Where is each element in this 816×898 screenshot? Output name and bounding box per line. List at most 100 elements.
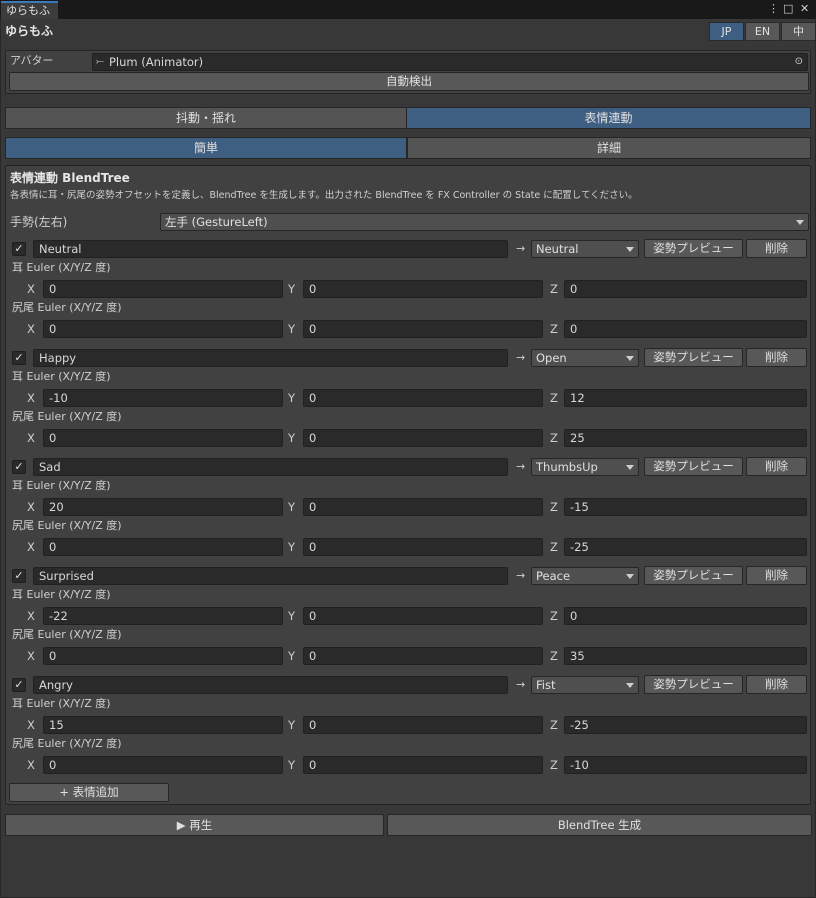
tail-euler-y-input[interactable]: 0: [303, 756, 543, 774]
ear-euler-x-input[interactable]: -22: [43, 607, 283, 625]
ear-euler-y-input[interactable]: 0: [303, 498, 543, 516]
auto-detect-button[interactable]: 自動検出: [9, 72, 809, 91]
tab-advanced[interactable]: 詳細: [407, 137, 811, 159]
expression-gesture-dropdown[interactable]: Neutral: [531, 240, 639, 258]
expression-enabled-checkbox[interactable]: ✓: [12, 242, 26, 256]
maximize-icon[interactable]: □: [783, 1, 793, 17]
avatar-field[interactable]: ⤚ Plum (Animator) ⊙: [92, 53, 808, 71]
lang-jp-button[interactable]: JP: [709, 22, 744, 41]
arrow-right-icon: →: [516, 351, 526, 364]
arrow-right-icon: →: [516, 569, 526, 582]
expression-name-input[interactable]: Neutral: [33, 240, 508, 258]
chevron-down-icon: [626, 356, 634, 361]
tail-euler-x-label: X: [27, 322, 35, 336]
expression-enabled-checkbox[interactable]: ✓: [12, 569, 26, 583]
object-picker-icon[interactable]: ⊙: [795, 54, 803, 70]
tab-simple[interactable]: 簡単: [5, 137, 407, 159]
ear-euler-x-input[interactable]: 0: [43, 280, 283, 298]
tail-euler-z-label: Z: [550, 649, 558, 663]
ear-euler-y-input[interactable]: 0: [303, 389, 543, 407]
delete-expression-button[interactable]: 削除: [746, 566, 807, 585]
expression-name-input[interactable]: Angry: [33, 676, 508, 694]
tail-euler-z-input[interactable]: 25: [564, 429, 807, 447]
tail-euler-y-label: Y: [288, 540, 296, 554]
ear-euler-y-input[interactable]: 0: [303, 607, 543, 625]
chevron-down-icon: [626, 574, 634, 579]
add-expression-button[interactable]: + 表情追加: [9, 783, 169, 802]
close-icon[interactable]: ✕: [800, 1, 809, 17]
ear-euler-y-input[interactable]: 0: [303, 280, 543, 298]
tail-euler-y-input[interactable]: 0: [303, 647, 543, 665]
tail-euler-label: 尻尾 Euler (X/Y/Z 度): [12, 628, 122, 641]
tail-euler-y-label: Y: [288, 649, 296, 663]
lang-en-button[interactable]: EN: [745, 22, 780, 41]
expression-gesture-dropdown[interactable]: Open: [531, 349, 639, 367]
gesture-dropdown[interactable]: 左手 (GestureLeft): [160, 213, 809, 231]
expression-gesture-value: Peace: [536, 569, 571, 583]
ear-euler-z-input[interactable]: 0: [564, 607, 807, 625]
tail-euler-z-label: Z: [550, 431, 558, 445]
expression-gesture-value: ThumbsUp: [536, 460, 598, 474]
ear-euler-z-input[interactable]: -15: [564, 498, 807, 516]
tail-euler-y-label: Y: [288, 758, 296, 772]
ear-euler-z-input[interactable]: 12: [564, 389, 807, 407]
expression-enabled-checkbox[interactable]: ✓: [12, 351, 26, 365]
delete-expression-button[interactable]: 削除: [746, 239, 807, 258]
delete-expression-button[interactable]: 削除: [746, 348, 807, 367]
tab-jiggle[interactable]: 抖動・揺れ: [5, 107, 407, 129]
expression-gesture-dropdown[interactable]: ThumbsUp: [531, 458, 639, 476]
pose-preview-button[interactable]: 姿勢プレビュー: [644, 566, 743, 585]
tail-euler-x-input[interactable]: 0: [43, 320, 283, 338]
ear-euler-x-input[interactable]: -10: [43, 389, 283, 407]
delete-expression-button[interactable]: 削除: [746, 675, 807, 694]
tail-euler-y-input[interactable]: 0: [303, 320, 543, 338]
expression-enabled-checkbox[interactable]: ✓: [12, 678, 26, 692]
expression-enabled-checkbox[interactable]: ✓: [12, 460, 26, 474]
delete-expression-button[interactable]: 削除: [746, 457, 807, 476]
pose-preview-button[interactable]: 姿勢プレビュー: [644, 457, 743, 476]
expression-name-input[interactable]: Sad: [33, 458, 508, 476]
tail-euler-z-input[interactable]: 0: [564, 320, 807, 338]
ear-euler-x-label: X: [27, 718, 35, 732]
section-title: 表情連動 BlendTree: [10, 171, 130, 185]
expression-name-input[interactable]: Surprised: [33, 567, 508, 585]
ear-euler-y-label: Y: [288, 609, 296, 623]
tail-euler-z-input[interactable]: -25: [564, 538, 807, 556]
expression-name-input[interactable]: Happy: [33, 349, 508, 367]
tail-euler-z-input[interactable]: 35: [564, 647, 807, 665]
tab-expression[interactable]: 表情連動: [406, 107, 811, 129]
tail-euler-y-input[interactable]: 0: [303, 538, 543, 556]
tail-euler-x-input[interactable]: 0: [43, 429, 283, 447]
tail-euler-label: 尻尾 Euler (X/Y/Z 度): [12, 301, 122, 314]
tail-euler-x-input[interactable]: 0: [43, 538, 283, 556]
ear-euler-z-label: Z: [550, 609, 558, 623]
ear-euler-y-input[interactable]: 0: [303, 716, 543, 734]
ear-euler-x-input[interactable]: 15: [43, 716, 283, 734]
pose-preview-button[interactable]: 姿勢プレビュー: [644, 348, 743, 367]
ear-euler-x-input[interactable]: 20: [43, 498, 283, 516]
tail-euler-x-input[interactable]: 0: [43, 647, 283, 665]
tail-euler-x-input[interactable]: 0: [43, 756, 283, 774]
ear-euler-y-label: Y: [288, 391, 296, 405]
window-tab[interactable]: ゆらもふ: [1, 1, 58, 19]
tail-euler-y-label: Y: [288, 431, 296, 445]
ear-euler-z-label: Z: [550, 718, 558, 732]
expression-gesture-dropdown[interactable]: Fist: [531, 676, 639, 694]
lang-zh-button[interactable]: 中: [781, 22, 816, 41]
tail-euler-z-input[interactable]: -10: [564, 756, 807, 774]
ear-euler-z-input[interactable]: 0: [564, 280, 807, 298]
ear-euler-z-input[interactable]: -25: [564, 716, 807, 734]
generate-blendtree-button[interactable]: BlendTree 生成: [387, 814, 812, 836]
arrow-right-icon: →: [516, 678, 526, 691]
tail-euler-z-label: Z: [550, 540, 558, 554]
ear-euler-z-label: Z: [550, 500, 558, 514]
pose-preview-button[interactable]: 姿勢プレビュー: [644, 239, 743, 258]
ear-euler-z-label: Z: [550, 282, 558, 296]
tool-window: ゆらもふ JP EN 中 アバター ⤚ Plum (Animator) ⊙ 自動…: [1, 19, 816, 897]
window-menu-icon[interactable]: ⋮: [768, 1, 779, 17]
pose-preview-button[interactable]: 姿勢プレビュー: [644, 675, 743, 694]
tail-euler-y-input[interactable]: 0: [303, 429, 543, 447]
play-button[interactable]: ▶ 再生: [5, 814, 384, 836]
ear-euler-x-label: X: [27, 609, 35, 623]
expression-gesture-dropdown[interactable]: Peace: [531, 567, 639, 585]
